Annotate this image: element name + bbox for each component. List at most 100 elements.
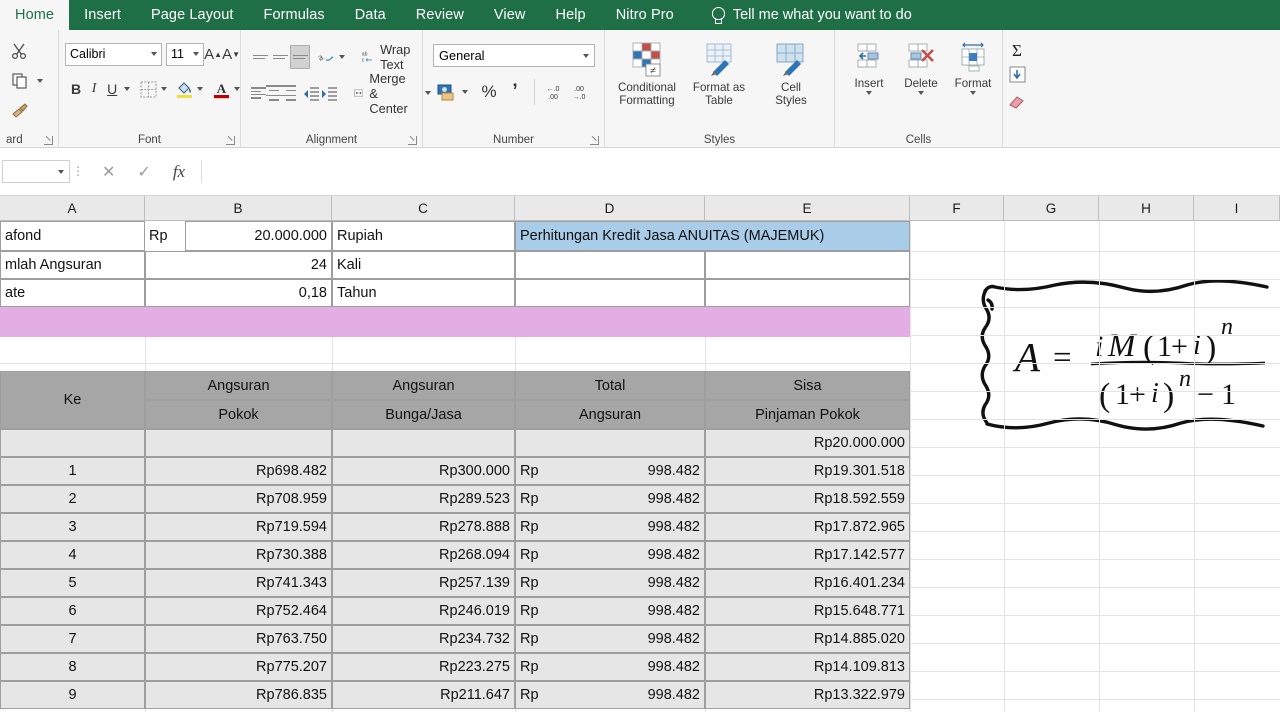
- cell-a1[interactable]: afond: [0, 221, 145, 251]
- table-row[interactable]: Rp289.523: [332, 485, 515, 513]
- wrap-text-button[interactable]: ab c Wrap Text: [357, 42, 422, 72]
- table-row[interactable]: Rp775.207: [145, 653, 332, 681]
- ribbon-tab-nitro-pro[interactable]: Nitro Pro: [601, 0, 689, 30]
- table-row[interactable]: 4: [0, 541, 145, 569]
- table-row[interactable]: Rp13.322.979: [705, 681, 910, 709]
- table-row[interactable]: 7: [0, 625, 145, 653]
- table-row[interactable]: [560, 429, 705, 457]
- table-row[interactable]: 998.482: [560, 541, 705, 569]
- column-header-B[interactable]: B: [145, 196, 332, 220]
- ribbon-tab-review[interactable]: Review: [401, 0, 479, 30]
- align-left-button[interactable]: [251, 81, 266, 105]
- table-row[interactable]: 5: [0, 569, 145, 597]
- table-row[interactable]: 8: [0, 653, 145, 681]
- column-header-H[interactable]: H: [1099, 196, 1194, 220]
- cancel-entry-icon[interactable]: ✕: [102, 162, 115, 182]
- table-row[interactable]: Rp: [515, 597, 560, 625]
- cell-c1[interactable]: Rupiah: [332, 221, 515, 251]
- table-row[interactable]: Rp786.835: [145, 681, 332, 709]
- cell-d2[interactable]: [515, 251, 705, 279]
- table-row[interactable]: Rp278.888: [332, 513, 515, 541]
- ribbon-tab-help[interactable]: Help: [541, 0, 601, 30]
- format-caret[interactable]: [970, 90, 976, 95]
- fill-color-caret[interactable]: [197, 87, 204, 91]
- table-row[interactable]: Rp741.343: [145, 569, 332, 597]
- cell-d3[interactable]: [515, 279, 705, 307]
- ribbon-tab-home[interactable]: Home: [0, 0, 70, 30]
- table-row[interactable]: Rp300.000: [332, 457, 515, 485]
- table-row[interactable]: Rp211.647: [332, 681, 515, 709]
- cell-b2[interactable]: 24: [145, 251, 332, 279]
- decrease-font-size-button[interactable]: A ▼: [222, 42, 240, 66]
- insert-caret[interactable]: [866, 90, 872, 95]
- table-row[interactable]: Rp223.275: [332, 653, 515, 681]
- table-row[interactable]: 998.482: [560, 457, 705, 485]
- font-color-button[interactable]: A: [211, 77, 231, 101]
- table-row[interactable]: Rp257.139: [332, 569, 515, 597]
- table-row[interactable]: Rp20.000.000: [705, 429, 910, 457]
- table-row[interactable]: 998.482: [560, 625, 705, 653]
- merge-center-button[interactable]: Merge & Center: [350, 71, 432, 116]
- table-row[interactable]: Rp730.388: [145, 541, 332, 569]
- table-row[interactable]: 998.482: [560, 485, 705, 513]
- name-box-caret[interactable]: [58, 169, 64, 174]
- ribbon-tab-insert[interactable]: Insert: [69, 0, 136, 30]
- table-row[interactable]: Rp698.482: [145, 457, 332, 485]
- table-row[interactable]: Rp: [515, 625, 560, 653]
- font-size-combo[interactable]: 11: [166, 42, 205, 66]
- decrease-indent-button[interactable]: [302, 81, 320, 105]
- number-dialog-launcher[interactable]: [590, 136, 599, 145]
- name-box[interactable]: [2, 160, 70, 183]
- ribbon-tab-data[interactable]: Data: [340, 0, 401, 30]
- cell-d1-selected[interactable]: Perhitungan Kredit Jasa ANUITAS (MAJEMUK…: [515, 221, 910, 251]
- table-row[interactable]: Rp: [515, 485, 560, 513]
- header-total-1[interactable]: Total: [515, 371, 705, 400]
- number-format-caret[interactable]: [583, 53, 589, 58]
- cell-e3[interactable]: [705, 279, 910, 307]
- table-row[interactable]: Rp752.464: [145, 597, 332, 625]
- table-row[interactable]: 9: [0, 681, 145, 709]
- table-row[interactable]: Rp: [515, 681, 560, 709]
- font-size-caret[interactable]: [193, 52, 200, 56]
- font-name-caret[interactable]: [151, 52, 158, 56]
- table-row[interactable]: [145, 429, 332, 457]
- confirm-entry-icon[interactable]: ✓: [137, 162, 150, 182]
- alignment-dialog-launcher[interactable]: [408, 136, 417, 145]
- table-row[interactable]: Rp708.959: [145, 485, 332, 513]
- table-row[interactable]: [332, 429, 515, 457]
- table-row[interactable]: Rp: [515, 569, 560, 597]
- worksheet-grid[interactable]: A = i M ( 1 + i ) n ( 1 + i ): [0, 221, 1280, 712]
- clipboard-dialog-launcher[interactable]: [44, 136, 53, 145]
- cell-b3[interactable]: 0,18: [145, 279, 332, 307]
- table-row[interactable]: Rp: [515, 541, 560, 569]
- ribbon-tab-page-layout[interactable]: Page Layout: [136, 0, 249, 30]
- align-center-button[interactable]: [266, 81, 281, 105]
- insert-cells-button[interactable]: Insert: [843, 40, 895, 95]
- cell-e2[interactable]: [705, 251, 910, 279]
- header-angsuran-bunga-1[interactable]: Angsuran: [332, 371, 515, 400]
- clear-button[interactable]: [1009, 88, 1031, 114]
- cell-a2[interactable]: mlah Angsuran: [0, 251, 145, 279]
- table-row[interactable]: Rp19.301.518: [705, 457, 910, 485]
- table-row[interactable]: Rp719.594: [145, 513, 332, 541]
- percent-style-button[interactable]: %: [474, 79, 504, 105]
- column-header-F[interactable]: F: [910, 196, 1004, 220]
- format-cells-button[interactable]: Format: [947, 40, 999, 95]
- cell-styles-button[interactable]: Cell Styles: [755, 40, 827, 107]
- insert-function-icon[interactable]: fx: [173, 162, 185, 182]
- column-header-C[interactable]: C: [332, 196, 515, 220]
- table-row[interactable]: 998.482: [560, 513, 705, 541]
- table-row[interactable]: 1: [0, 457, 145, 485]
- number-format-combo[interactable]: General: [433, 44, 595, 67]
- fill-color-button[interactable]: [175, 77, 195, 101]
- italic-button[interactable]: I: [85, 76, 103, 102]
- table-row[interactable]: 998.482: [560, 569, 705, 597]
- tell-me-box[interactable]: Tell me what you want to do: [689, 0, 912, 30]
- copy-dropdown-caret[interactable]: [37, 79, 43, 83]
- table-row[interactable]: Rp14.885.020: [705, 625, 910, 653]
- cut-button[interactable]: [4, 36, 58, 66]
- table-row[interactable]: Rp246.019: [332, 597, 515, 625]
- conditional-formatting-button[interactable]: ≠ Conditional Formatting: [611, 40, 683, 107]
- table-row[interactable]: 998.482: [560, 597, 705, 625]
- table-row[interactable]: 2: [0, 485, 145, 513]
